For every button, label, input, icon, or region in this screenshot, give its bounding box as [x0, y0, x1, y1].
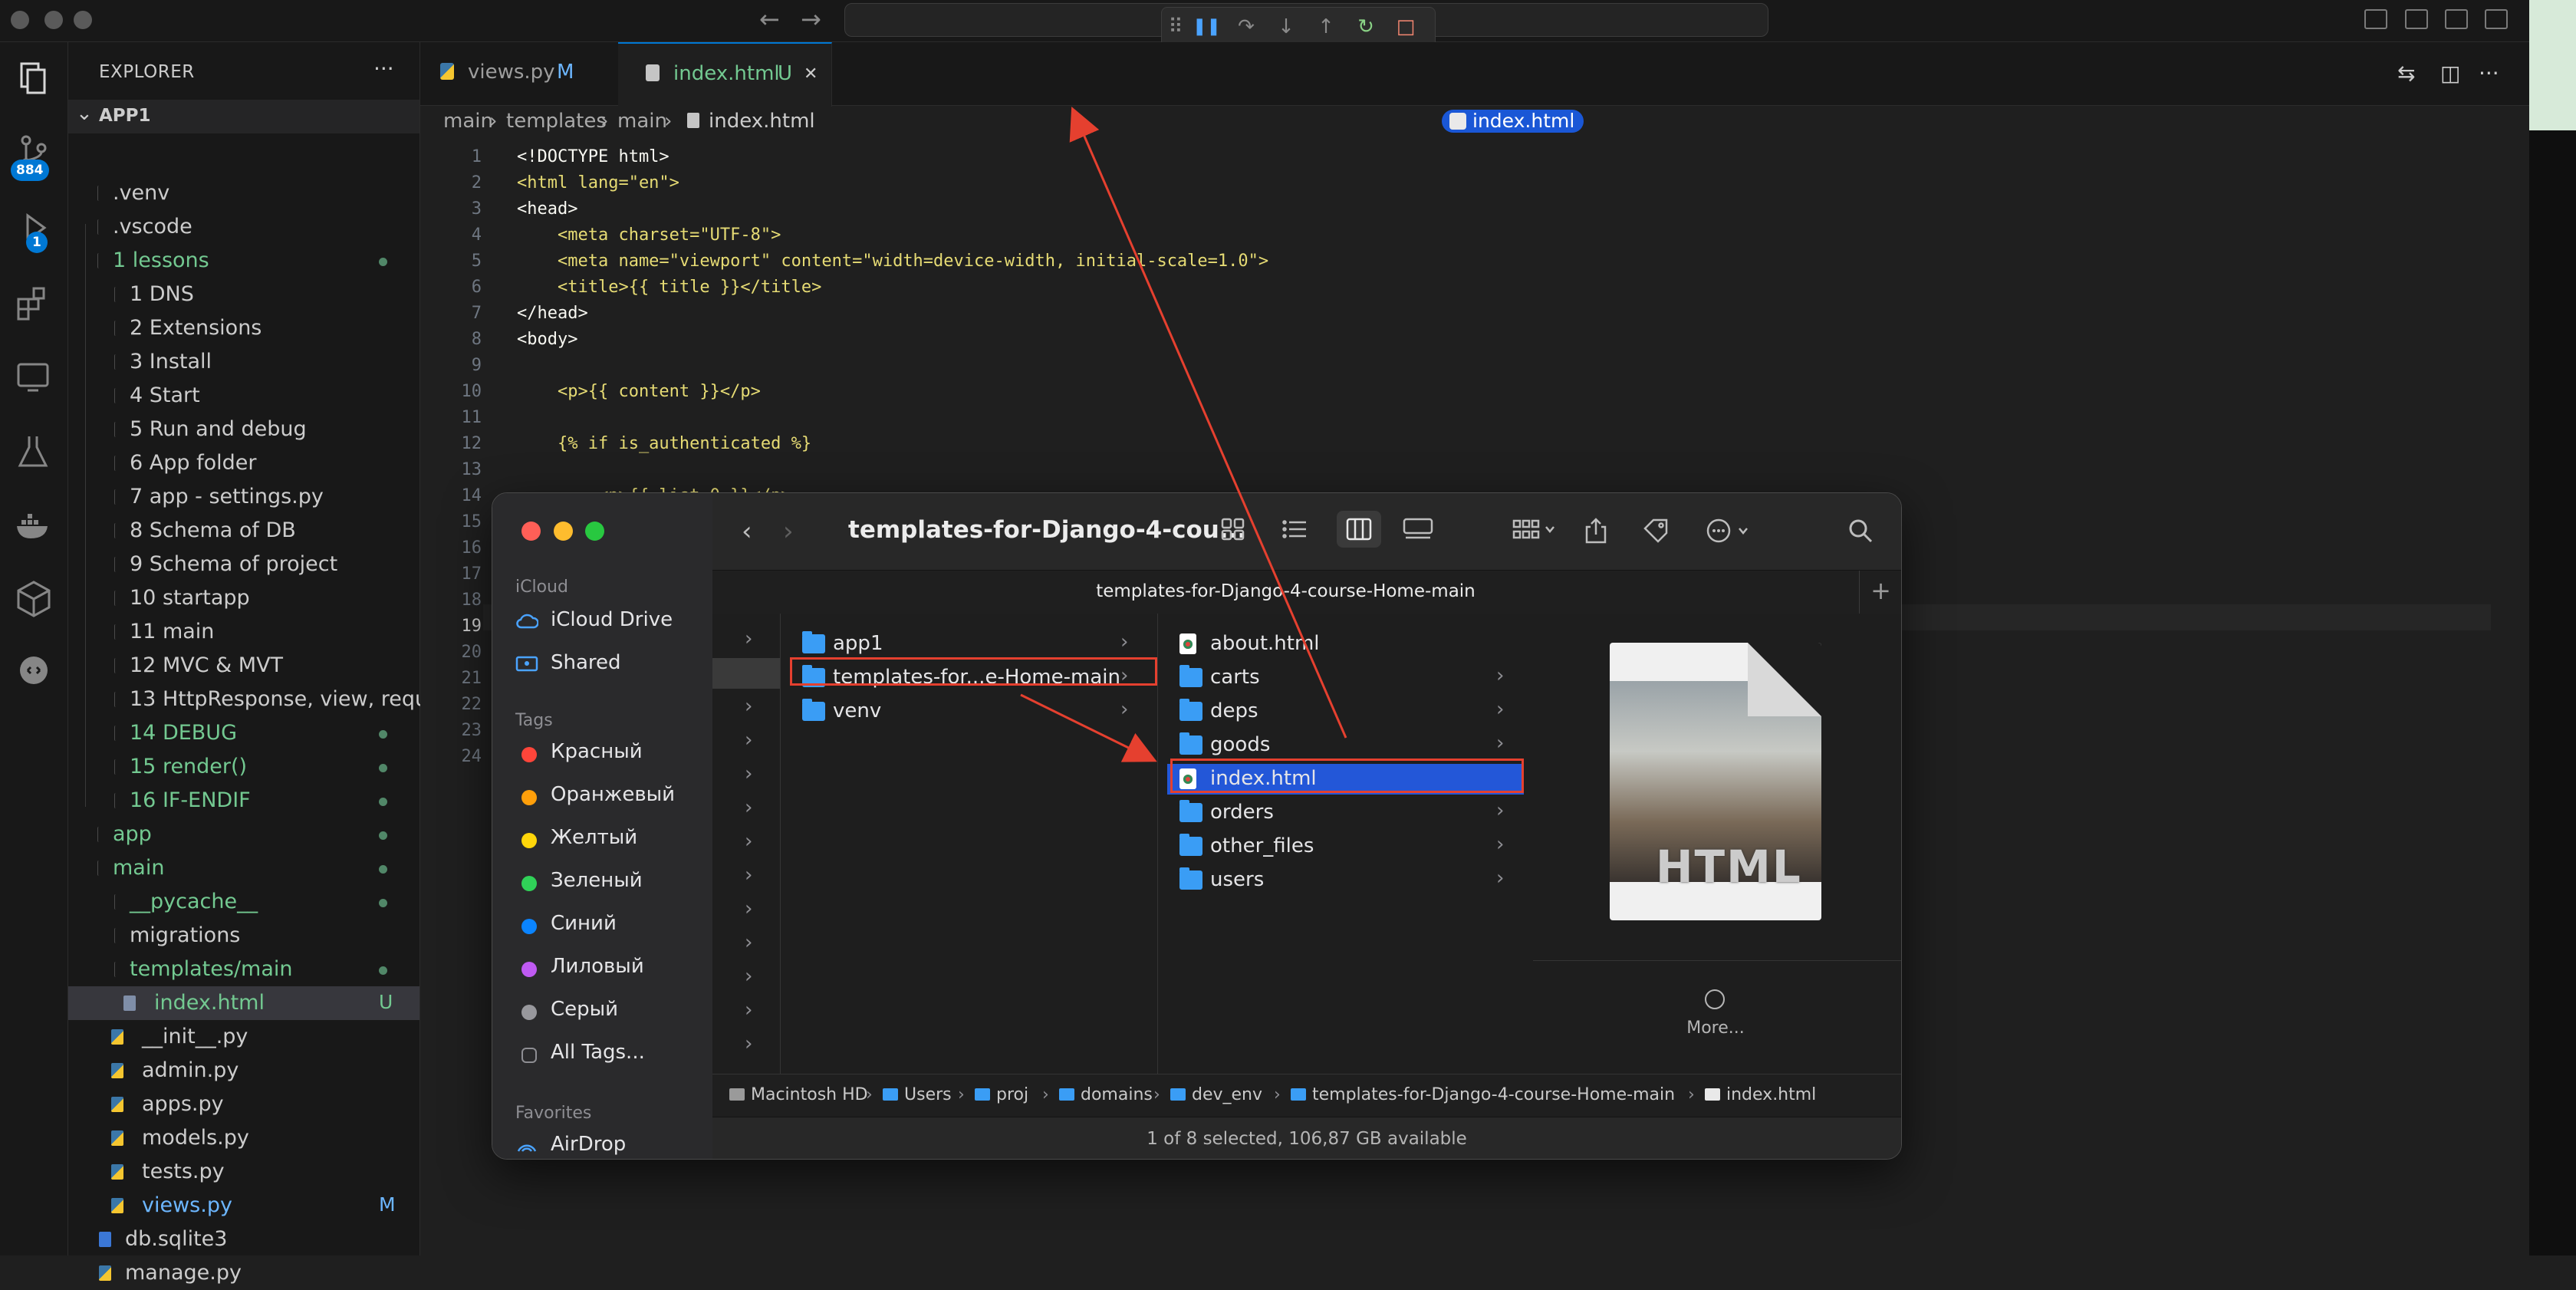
annotation-arrows: [1020, 106, 1347, 762]
annotation-arrow-to-file: [1020, 693, 1157, 762]
tree-item-label: manage.py: [125, 1261, 242, 1285]
annotation-arrow-to-tab: [1069, 106, 1347, 739]
tree-item[interactable]: manage.py: [68, 1256, 419, 1290]
python-file-icon: [99, 1265, 111, 1281]
